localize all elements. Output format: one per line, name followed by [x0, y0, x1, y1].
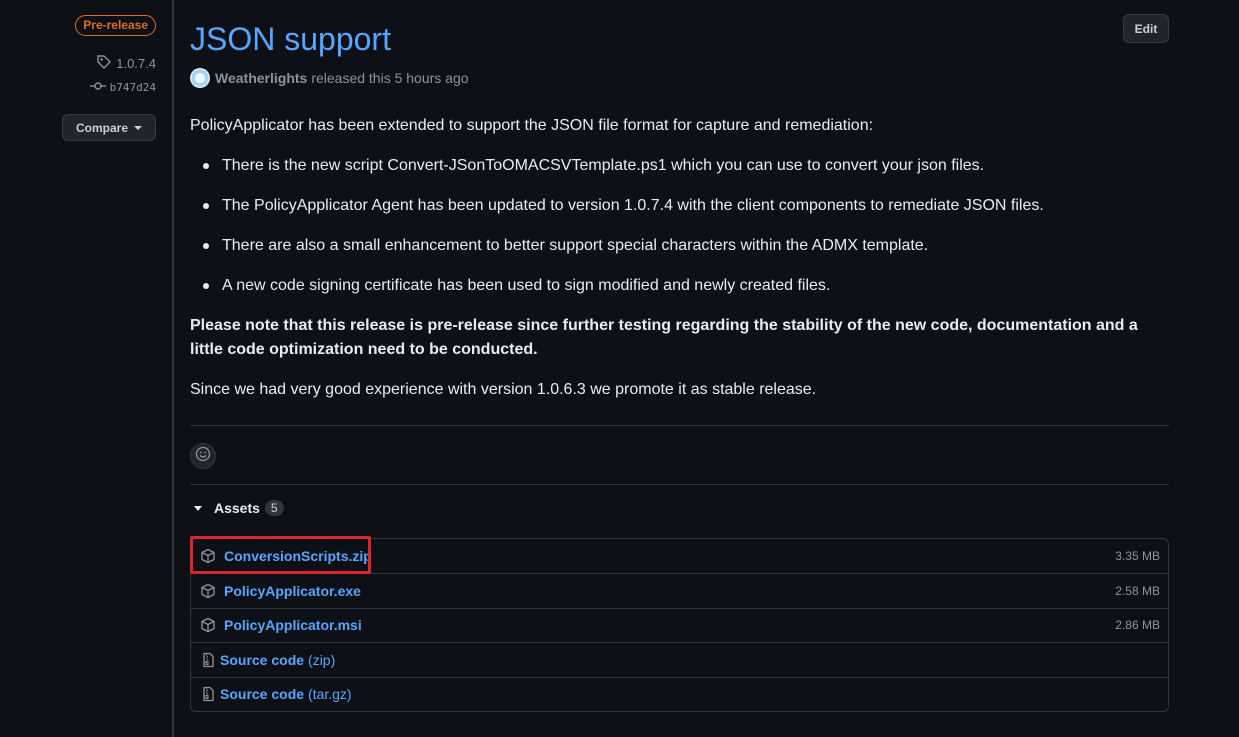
divider	[190, 484, 1169, 485]
asset-row: PolicyApplicator.msi 2.86 MB	[191, 607, 1168, 642]
tag-label: 1.0.7.4	[116, 56, 156, 71]
source-code-ext: (zip)	[308, 651, 336, 668]
file-zip-icon	[200, 652, 216, 668]
assets-heading: Assets	[214, 500, 260, 516]
source-code-ext: (tar.gz)	[308, 686, 352, 703]
chevron-down-icon	[134, 125, 142, 130]
source-code-label: Source code	[220, 651, 305, 668]
list-item: The PolicyApplicator Agent has been upda…	[190, 194, 1044, 234]
list-item: There are also a small enhancement to be…	[190, 234, 1044, 274]
release-intro: PolicyApplicator has been extended to su…	[190, 117, 874, 134]
asset-row: PolicyApplicator.exe 2.58 MB	[191, 573, 1168, 607]
release-notes-list: There is the new script Convert-JSonToOM…	[190, 154, 1044, 314]
asset-row: ConversionScripts.zip 3.35 MB	[191, 539, 1168, 573]
tag-icon	[96, 54, 112, 73]
edit-button[interactable]: Edit	[1123, 14, 1169, 43]
commit-hash: b747d24	[109, 81, 156, 94]
list-item: A new code signing certificate has been …	[190, 274, 1044, 314]
assets-count-badge: 5	[264, 500, 284, 516]
source-code-link[interactable]: Source code (zip)	[220, 652, 335, 668]
release-title[interactable]: JSON support	[190, 19, 391, 59]
release-commit[interactable]: b747d24	[89, 81, 156, 94]
compare-button[interactable]: Compare	[62, 114, 156, 141]
commit-icon	[89, 81, 106, 94]
asset-link[interactable]: PolicyApplicator.msi	[224, 617, 362, 633]
prerelease-badge: Pre-release	[75, 15, 156, 36]
list-item: There is the new script Convert-JSonToOM…	[190, 154, 1044, 194]
release-closing: Since we had very good experience with v…	[190, 381, 817, 398]
asset-size: 2.58 MB	[1115, 584, 1160, 599]
source-code-label: Source code	[220, 686, 305, 703]
asset-link[interactable]: PolicyApplicator.exe	[224, 583, 361, 599]
compare-label: Compare	[75, 120, 128, 135]
release-note-bold: Please note that this release is pre-rel…	[190, 317, 1138, 358]
source-code-link[interactable]: Source code (tar.gz)	[220, 686, 352, 702]
assets-list: ConversionScripts.zip 3.35 MB PolicyAppl…	[190, 538, 1169, 712]
package-icon	[200, 583, 216, 599]
triangle-down-icon	[194, 505, 202, 511]
smiley-icon	[195, 446, 211, 467]
add-reaction-button[interactable]	[190, 443, 216, 469]
package-icon	[200, 617, 216, 633]
released-time: released this 5 hours ago	[311, 70, 469, 86]
asset-size: 2.86 MB	[1115, 618, 1160, 633]
asset-row: Source code (zip)	[191, 642, 1168, 676]
file-zip-icon	[200, 686, 216, 702]
asset-link[interactable]: ConversionScripts.zip	[224, 548, 372, 564]
release-meta-column: Pre-release 1.0.7.4 b747d24 Compare	[0, 0, 172, 737]
author-link[interactable]: Weatherlights	[215, 70, 307, 86]
asset-row: Source code (tar.gz)	[191, 676, 1168, 711]
package-icon	[200, 548, 216, 564]
asset-size: 3.35 MB	[1115, 549, 1160, 564]
divider	[190, 425, 1169, 426]
release-byline: Weatherlights released this 5 hours ago	[190, 68, 469, 88]
assets-toggle[interactable]: Assets 5	[190, 500, 284, 516]
avatar[interactable]	[190, 68, 210, 88]
timeline-divider	[172, 0, 174, 737]
release-tag[interactable]: 1.0.7.4	[96, 54, 156, 73]
